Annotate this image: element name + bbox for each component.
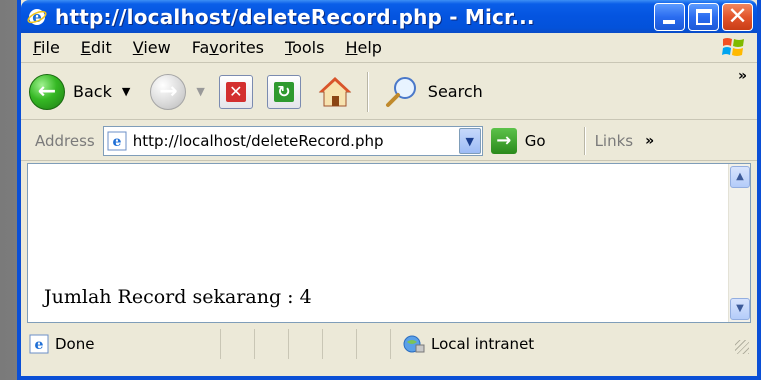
menu-tools[interactable]: Tools (285, 38, 324, 57)
back-dropdown-icon[interactable]: ▼ (122, 85, 130, 98)
back-button[interactable]: ← Back ▼ (29, 73, 130, 110)
svg-text:e: e (112, 134, 121, 150)
status-panel (357, 329, 391, 359)
back-label: Back (73, 82, 112, 101)
page-ie-icon: e (107, 131, 127, 150)
page-content: Jumlah Record sekarang : 4 ▲ ▼ (27, 163, 751, 323)
links-chevron[interactable]: » (645, 133, 654, 149)
search-button[interactable]: Search (374, 74, 483, 110)
links-separator (583, 126, 585, 155)
svg-text:e: e (35, 337, 44, 353)
forward-dropdown-icon[interactable]: ▼ (196, 85, 204, 98)
status-main: e Done (21, 329, 221, 359)
home-button[interactable] (317, 74, 353, 110)
maximize-button[interactable] (688, 3, 719, 31)
address-dropdown-icon[interactable]: ▼ (458, 127, 481, 154)
stop-button[interactable]: ✕ (218, 74, 253, 109)
stop-icon: ✕ (225, 81, 246, 102)
security-zone: Local intranet (391, 329, 631, 359)
address-label: Address (35, 131, 95, 150)
go-arrow-icon: → (490, 127, 517, 154)
go-label: Go (524, 131, 546, 150)
minimize-button[interactable] (654, 3, 685, 31)
refresh-button[interactable]: ↻ (266, 74, 301, 109)
intranet-icon (403, 335, 425, 353)
menu-view[interactable]: View (133, 38, 171, 57)
zone-text: Local intranet (431, 335, 535, 353)
done-page-icon: e (29, 334, 49, 354)
status-panel (255, 329, 289, 359)
close-icon: ✕ (727, 2, 748, 30)
svg-text:e: e (32, 8, 42, 26)
close-button[interactable]: ✕ (722, 2, 753, 31)
scroll-up-icon[interactable]: ▲ (730, 166, 750, 188)
menu-help[interactable]: Help (345, 38, 381, 57)
scroll-down-icon[interactable]: ▼ (730, 298, 750, 320)
go-button[interactable]: → Go (490, 127, 546, 154)
status-panel (323, 329, 357, 359)
refresh-icon: ↻ (273, 81, 294, 102)
standard-toolbar: ← Back ▼ → ▼ ✕ ↻ Search » (21, 64, 757, 120)
ie-icon: e (27, 8, 47, 26)
search-label: Search (427, 82, 483, 101)
menu-file[interactable]: File (33, 38, 60, 57)
back-arrow-icon: ← (29, 73, 65, 110)
search-icon (385, 76, 416, 107)
status-panel (221, 329, 255, 359)
menu-favorites[interactable]: Favorites (192, 38, 264, 57)
menu-bar: File Edit View Favorites Tools Help (21, 33, 757, 63)
address-bar: Address e http://localhost/deleteRecord.… (21, 121, 757, 161)
address-field[interactable]: e http://localhost/deleteRecord.php ▼ (102, 125, 483, 156)
minimize-icon (663, 20, 675, 24)
toolbar-separator (366, 71, 368, 112)
window-title: http://localhost/deleteRecord.php - Micr… (55, 4, 535, 29)
status-bar: e Done Local intranet (21, 324, 757, 364)
vertical-scrollbar[interactable]: ▲ ▼ (728, 164, 750, 322)
address-url: http://localhost/deleteRecord.php (132, 131, 384, 150)
browser-window: e http://localhost/deleteRecord.php - Mi… (17, 0, 761, 380)
forward-arrow-icon: → (150, 73, 187, 110)
menu-edit[interactable]: Edit (81, 38, 112, 57)
title-bar[interactable]: e http://localhost/deleteRecord.php - Mi… (21, 0, 757, 33)
toolbar-more-chevron[interactable]: » (738, 68, 747, 84)
windows-logo-icon (722, 38, 744, 56)
record-count-text: Jumlah Record sekarang : 4 (44, 286, 312, 308)
status-panel (289, 329, 323, 359)
links-label[interactable]: Links (595, 132, 634, 150)
status-text: Done (55, 335, 95, 353)
forward-button[interactable]: → ▼ (150, 73, 205, 110)
resize-grip-icon[interactable] (735, 340, 749, 354)
maximize-icon (696, 9, 712, 25)
